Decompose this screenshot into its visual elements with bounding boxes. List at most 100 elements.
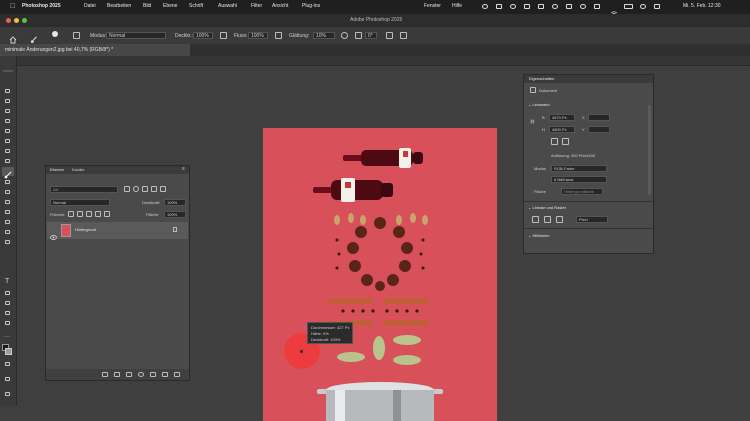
control-center-icon[interactable] [654,4,660,9]
portrait-icon[interactable] [551,138,558,145]
menu-item-auswahl[interactable]: Auswahl [218,4,237,9]
folder-icon[interactable] [150,372,156,377]
trash-icon[interactable] [174,372,180,377]
status-icon-4[interactable] [524,4,530,9]
angle-field[interactable]: 0° [365,32,377,39]
x-field[interactable] [588,114,610,121]
lock-icon[interactable] [104,211,110,217]
layer-name[interactable]: Hintergrund [75,228,96,232]
clone-stamp-tool-icon[interactable] [4,179,12,186]
lasso-tool-icon[interactable] [4,108,12,115]
menu-item-ebene[interactable]: Ebene [163,4,177,9]
flow-field[interactable]: 100% [248,32,268,39]
status-icon-1[interactable] [482,4,488,9]
brush-preset-picker[interactable] [50,30,60,40]
symmetry-icon[interactable] [400,32,407,39]
airbrush-icon[interactable] [275,32,282,39]
frame-tool-icon[interactable] [4,138,12,145]
menu-item-bearbeiten[interactable]: Bearbeiten [107,4,131,9]
layer-lock-icon[interactable] [173,227,177,232]
guides-section-title[interactable]: ⌄ Hilfslinien [528,234,550,238]
menu-item-fenster[interactable]: Fenster [424,4,441,9]
eye-icon[interactable] [50,227,57,245]
units-select[interactable]: Pixel [576,216,608,223]
rulers-section-title[interactable]: ⌄ Lineale und Raster [528,206,566,210]
more-tools-icon[interactable]: ··· [4,334,10,340]
link-dimensions-icon[interactable]: ⛓ [530,120,535,124]
hand-tool-icon[interactable] [4,310,12,317]
lock-artboard-icon[interactable] [95,211,101,217]
guides-icon[interactable] [556,216,563,223]
quick-select-tool-icon[interactable] [4,118,12,125]
marquee-tool-icon[interactable] [4,98,12,105]
document-canvas[interactable] [263,128,497,421]
screen-mode-icon[interactable] [4,376,12,383]
eyedropper-tool-icon[interactable] [4,148,12,155]
canvas-section-title[interactable]: ⌄ Leinwand [528,103,550,107]
status-icon-7[interactable] [566,4,572,9]
search-icon[interactable] [640,4,646,9]
history-brush-tool-icon[interactable] [4,189,12,196]
pen-tool-icon[interactable] [4,239,12,246]
layers-fill-field[interactable]: 100% [164,211,186,218]
brush-tool-active-icon[interactable] [2,167,14,179]
background-color-swatch[interactable] [5,348,12,355]
battery-icon[interactable] [624,4,633,9]
apple-icon[interactable]:  [10,3,15,10]
tab-ebenen[interactable]: Ebenen [50,168,64,172]
move-tool-icon[interactable] [4,88,12,95]
opacity-field[interactable]: 100% [193,32,213,39]
content-aware-icon[interactable] [4,391,12,398]
zoom-window-button[interactable] [22,18,27,23]
filter-shape-icon[interactable] [151,186,157,192]
gradient-tool-icon[interactable] [4,209,12,216]
status-icon-3[interactable] [510,4,516,9]
lock-brush-icon[interactable] [77,211,83,217]
filter-pixel-icon[interactable] [124,186,130,192]
filter-type-icon[interactable] [142,186,148,192]
status-icon-6[interactable] [552,4,558,9]
toolbar-grip[interactable] [3,70,13,72]
layers-blend-mode-select[interactable]: Normal [50,199,110,206]
menu-item-plugins[interactable]: Plug-ins [302,4,320,9]
properties-doc-tab[interactable]: Dokument [539,89,557,93]
lock-pixels-icon[interactable] [68,211,74,217]
status-icon-2[interactable] [496,4,502,9]
menu-item-filter[interactable]: Filter [251,4,262,9]
mask-icon[interactable] [126,372,132,377]
adjustment-icon[interactable] [138,372,144,377]
menu-item-hilfe[interactable]: Hilfe [452,4,462,9]
status-icon-8[interactable] [580,4,586,9]
quick-mask-icon[interactable] [4,361,12,368]
menu-item-bild[interactable]: Bild [143,4,151,9]
color-mode-select[interactable]: RGB-Farbe [551,165,607,172]
filter-adjust-icon[interactable] [133,186,139,192]
menu-item-schrift[interactable]: Schrift [189,4,203,9]
shape-tool-icon[interactable] [4,300,12,307]
zoom-tool-icon[interactable] [4,320,12,327]
menu-item-datei[interactable]: Datei [84,4,96,9]
healing-tool-icon[interactable] [4,158,12,165]
menu-clock[interactable]: Mi. 5. Feb. 12:30 [683,4,721,9]
close-window-button[interactable] [6,18,11,23]
layers-panel-menu-icon[interactable]: ≡ [182,167,185,172]
mode-select[interactable]: Normal [106,32,166,39]
type-tool-icon[interactable]: T [5,278,9,285]
tab-kanaele[interactable]: Kanäle [72,168,84,172]
document-tab[interactable]: minimale Änderungen2.jpg bei 40,7% (RGB/… [0,44,190,56]
lock-position-icon[interactable] [86,211,92,217]
smoothing-settings-icon[interactable] [341,32,348,39]
smoothing-field[interactable]: 10% [313,32,335,39]
properties-scrollbar[interactable] [648,105,651,195]
dodge-tool-icon[interactable] [4,229,12,236]
status-icon-5[interactable] [538,4,544,9]
layers-filter-field[interactable]: Art [50,186,118,193]
new-layer-icon[interactable] [162,372,168,377]
link-icon[interactable] [102,372,108,377]
layer-row-hintergrund[interactable]: Hintergrund [47,222,188,240]
pressure-size-icon[interactable] [386,32,393,39]
fill-select[interactable]: Hintergrundfarbe [561,188,603,195]
grid-icon[interactable] [544,216,551,223]
angle-icon[interactable] [355,32,362,39]
wifi-icon[interactable] [610,4,618,17]
